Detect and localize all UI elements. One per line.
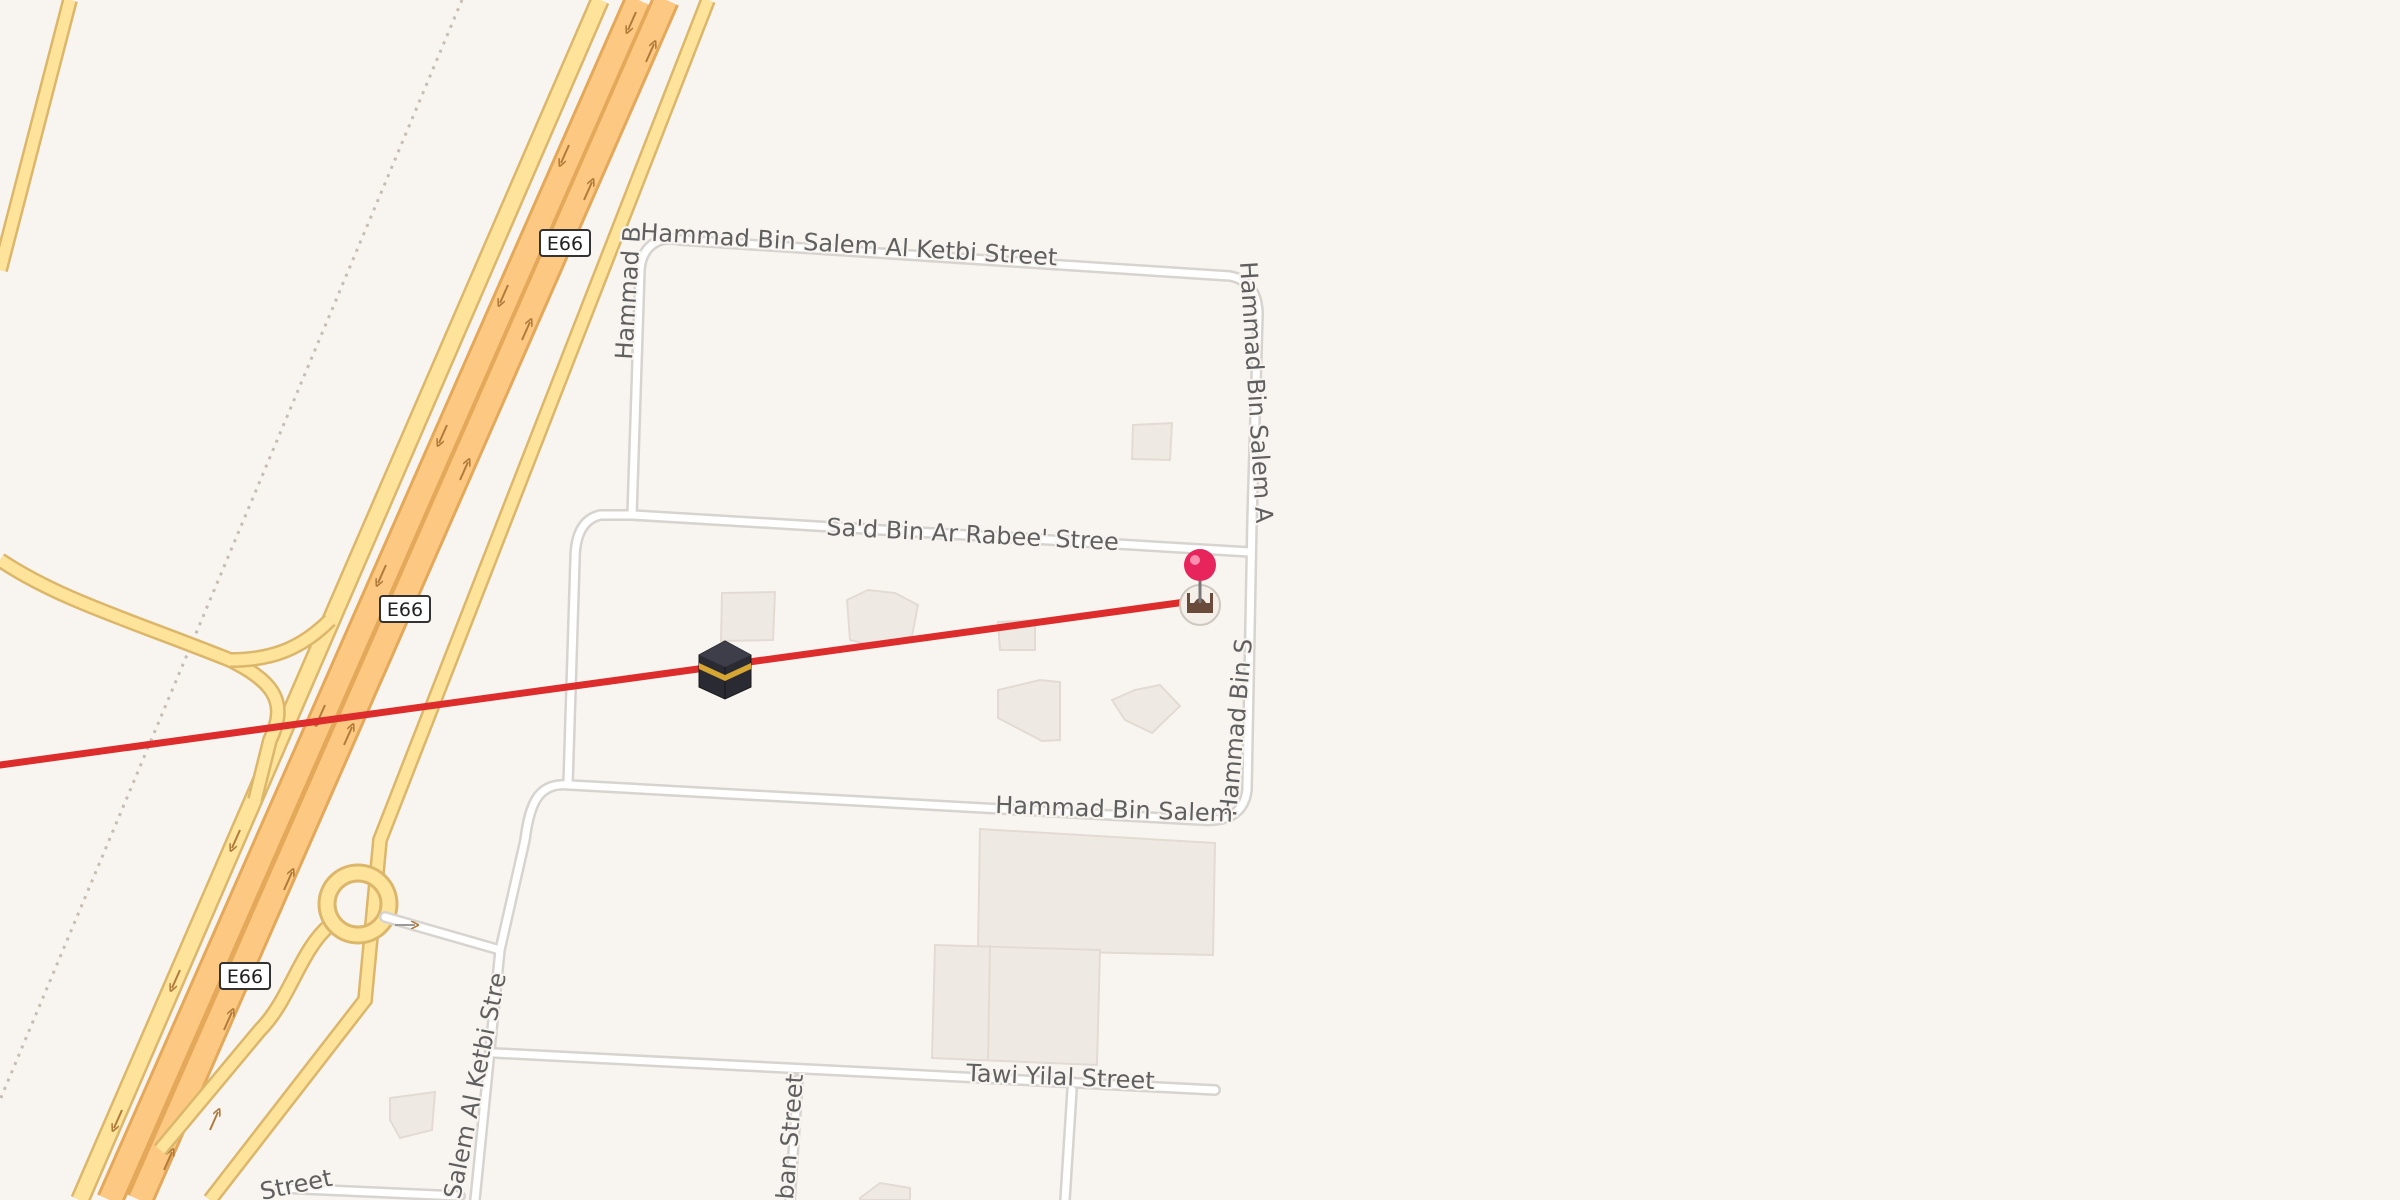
building	[389, 1090, 437, 1140]
building	[1130, 421, 1174, 462]
building	[930, 943, 1102, 1067]
building	[719, 590, 777, 643]
svg-text:E66: E66	[547, 233, 583, 255]
building	[976, 827, 1217, 957]
map-canvas[interactable]: Hammad Bin Salem Al Ketbi Street Hammad …	[0, 0, 2400, 1200]
highway-shield: E66	[379, 595, 431, 623]
highway-shield: E66	[539, 229, 591, 257]
svg-text:E66: E66	[227, 966, 263, 988]
svg-text:E66: E66	[387, 599, 423, 621]
highway-shield: E66	[219, 962, 271, 990]
